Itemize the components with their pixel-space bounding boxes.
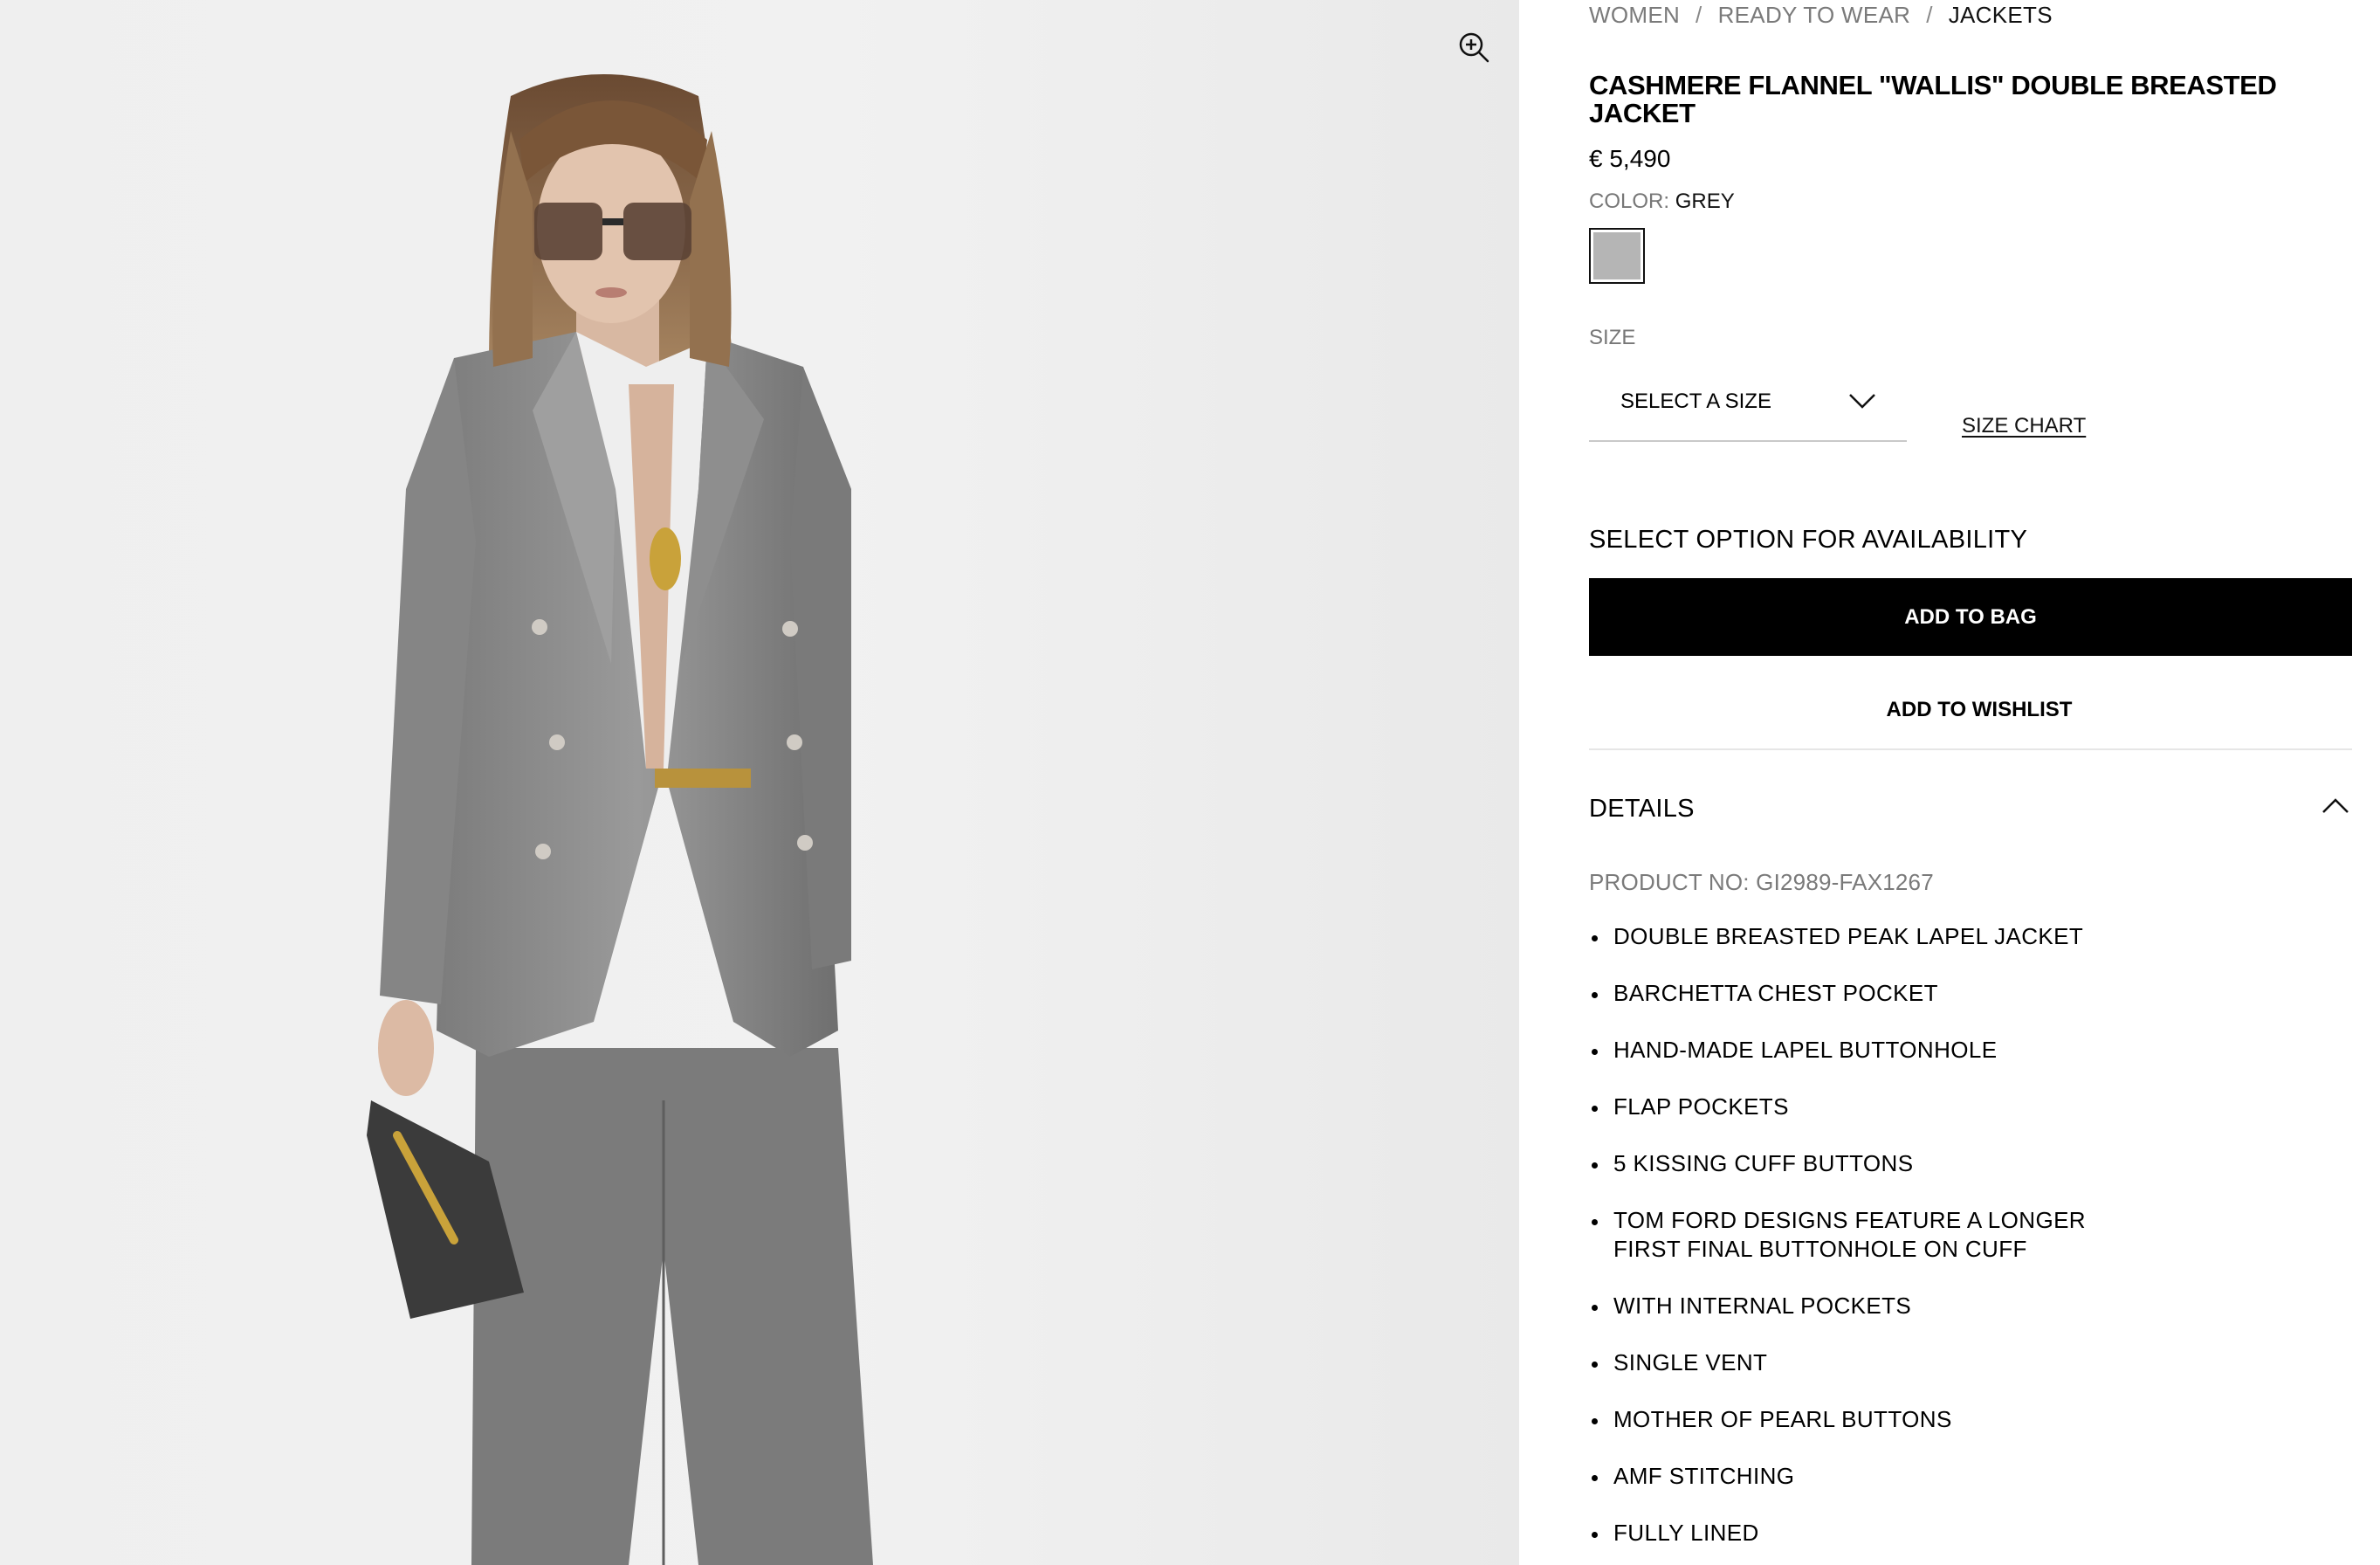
list-item: FULLY LINED [1589, 1519, 2200, 1548]
details-title: DETAILS [1589, 795, 1695, 823]
list-item: DOUBLE BREASTED PEAK LAPEL JACKET [1589, 922, 2200, 951]
list-item: TOM FORD DESIGNS FEATURE A LONGER FIRST … [1589, 1206, 2130, 1264]
details-accordion-toggle[interactable]: DETAILS [1589, 786, 2352, 835]
list-item: MOTHER OF PEARL BUTTONS [1589, 1405, 2200, 1434]
color-value: GREY [1675, 190, 1735, 213]
product-price: € 5,490 [1589, 145, 1671, 172]
list-item: FLAP POCKETS [1589, 1093, 2200, 1121]
zoom-in-icon [1459, 32, 1489, 63]
swatch-fill [1593, 232, 1641, 279]
size-chart-link[interactable]: SIZE CHART [1962, 414, 2086, 438]
chevron-up-icon [2322, 798, 2349, 813]
product-image [367, 74, 873, 1565]
list-item: WITH INTERNAL POCKETS [1589, 1292, 2200, 1320]
breadcrumb-ready-to-wear[interactable]: READY TO WEAR [1718, 2, 1911, 29]
zoom-button[interactable] [1456, 30, 1491, 65]
list-item: SINGLE VENT [1589, 1348, 2200, 1377]
list-item: AMF STITCHING [1589, 1462, 2200, 1491]
divider [1589, 748, 2352, 750]
breadcrumb-women[interactable]: WOMEN [1589, 2, 1680, 29]
availability-message: SELECT OPTION FOR AVAILABILITY [1589, 526, 2028, 554]
breadcrumb-separator: / [1696, 2, 1702, 28]
size-dropdown-label: SELECT A SIZE [1620, 390, 1771, 413]
breadcrumb-jackets[interactable]: JACKETS [1949, 2, 2053, 29]
size-dropdown[interactable]: SELECT A SIZE [1589, 374, 1907, 442]
color-swatch-grey[interactable] [1589, 228, 1645, 284]
product-title: CASHMERE FLANNEL "WALLIS" DOUBLE BREASTE… [1589, 70, 2277, 128]
color-label: COLOR: [1589, 190, 1670, 213]
list-item: 5 KISSING CUFF BUTTONS [1589, 1149, 2200, 1178]
list-item: HAND-MADE LAPEL BUTTONHOLE [1589, 1036, 2200, 1065]
breadcrumb-separator: / [1926, 2, 1933, 28]
product-info-panel: WOMEN / READY TO WEAR / JACKETS CASHMERE… [1589, 0, 2352, 1565]
chevron-down-icon [1849, 394, 1875, 409]
details-list: DOUBLE BREASTED PEAK LAPEL JACKET BARCHE… [1589, 922, 2200, 1565]
product-number: PRODUCT NO: GI2989-FAX1267 [1589, 869, 1934, 895]
breadcrumb: WOMEN / READY TO WEAR / JACKETS [1589, 2, 2053, 29]
add-to-bag-button[interactable]: ADD TO BAG [1589, 578, 2352, 656]
color-info: COLOR: GREY [1589, 190, 1735, 214]
product-image-panel[interactable] [0, 0, 1519, 1565]
add-to-wishlist-button[interactable]: ADD TO WISHLIST [1589, 686, 2370, 734]
size-label: SIZE [1589, 326, 1636, 349]
list-item: BARCHETTA CHEST POCKET [1589, 979, 2200, 1008]
